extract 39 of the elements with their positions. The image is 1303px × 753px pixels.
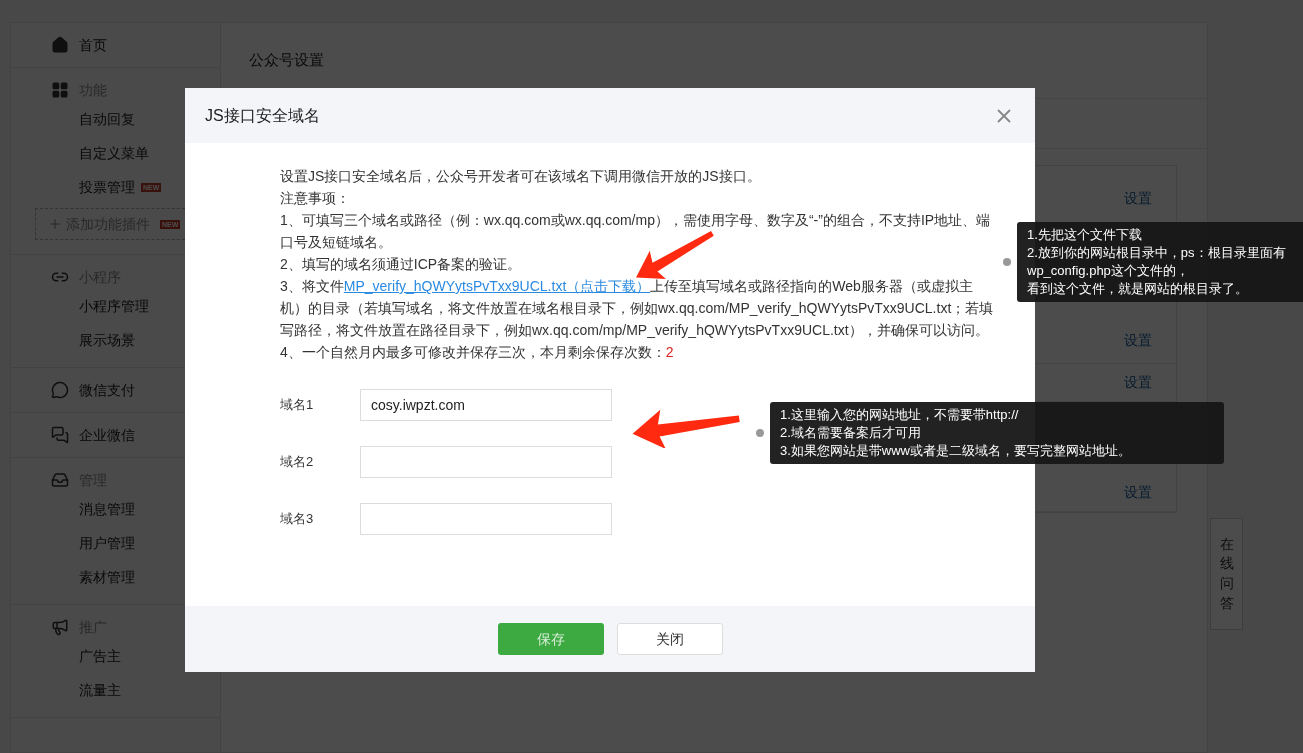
- sidebar-item[interactable]: 投票管理: [79, 176, 135, 198]
- note-text: 4、一个自然月内最多可修改并保存三次，本月剩余保存次数：2: [280, 343, 675, 362]
- sidebar-item[interactable]: 素材管理: [79, 566, 135, 588]
- dialog-title: JS接口安全域名: [205, 105, 320, 126]
- sidebar-item[interactable]: 自定义菜单: [79, 142, 149, 164]
- tooltip-line: 1.这里输入您的网站地址，不需要带http://: [780, 406, 1020, 424]
- sidebar-item[interactable]: 消息管理: [79, 498, 135, 520]
- field-label: 域名2: [280, 453, 315, 471]
- domain-input[interactable]: [360, 503, 612, 535]
- note-text: 1、可填写三个域名或路径（例：wx.qq.com或wx.qq.com/mp），需使用字母、数字及“-”的组合，不支持IP地址、端口号及短链域名。: [280, 211, 992, 252]
- intro-text: 设置JS接口安全域名后，公众号开发者可在该域名下调用微信开放的JS接口。: [280, 167, 762, 186]
- settings-link[interactable]: 设置: [1124, 372, 1152, 393]
- tooltip-line: 3.如果您网站是带www或者是二级域名，要写完整网站地址。: [780, 442, 1132, 460]
- sidebar-item[interactable]: 展示场景: [79, 329, 135, 351]
- tooltip-line: 2.域名需要备案后才可用: [780, 424, 922, 442]
- download-link[interactable]: MP_verify_hQWYytsPvTxx9UCL.txt（点击下载）: [343, 278, 651, 294]
- settings-link[interactable]: 设置: [1124, 482, 1152, 503]
- tooltip-line: 看到这个文件，就是网站的根目录了。: [1027, 280, 1249, 298]
- sidebar-item[interactable]: 小程序管理: [79, 295, 149, 317]
- settings-link[interactable]: 设置: [1124, 188, 1152, 209]
- tooltip-line: 1.先把这个文件下载: [1027, 226, 1143, 244]
- close-button[interactable]: 关闭: [616, 623, 723, 655]
- field-label: 域名3: [280, 510, 315, 528]
- notes-heading: 注意事项：: [280, 189, 351, 208]
- sidebar-item[interactable]: 流量主: [79, 679, 121, 701]
- note-text: 2、填写的域名须通过ICP备案的验证。: [280, 255, 523, 274]
- tooltip-line: 2.放到你的网站根目录中，ps：根目录里面有wp_config.php这个文件的，: [1027, 244, 1287, 280]
- settings-link[interactable]: 设置: [1124, 330, 1152, 351]
- sidebar-item[interactable]: 企业微信: [79, 424, 135, 446]
- note-text: 3、将文件MP_verify_hQWYytsPvTxx9UCL.txt（点击下载）上传至填写域名或路径指向的Web服务器（或虚拟主机）的目录（若填写域名，将文件放置在域名根目录下，例如wx.qq.com/MP_verify_hQWYytsPvTxx9UCL.txt；若填写路径，将文件放置在路径目录下，例如wx.qq.com/mp/MP_verify_hQWYytsPvTxx9UCL.txt），并确保可以访问。: [280, 277, 995, 340]
- sidebar-item[interactable]: 首页: [79, 34, 107, 56]
- sidebar-item[interactable]: 微信支付: [79, 379, 135, 401]
- domain-input[interactable]: [360, 446, 612, 478]
- sidebar-item[interactable]: 用户管理: [79, 532, 135, 554]
- sidebar-item[interactable]: 广告主: [79, 645, 121, 667]
- domain-input[interactable]: cosy.iwpzt.com: [360, 389, 612, 421]
- page-title: 公众号设置: [249, 50, 324, 71]
- field-label: 域名1: [280, 396, 315, 414]
- save-button[interactable]: 保存: [497, 623, 604, 655]
